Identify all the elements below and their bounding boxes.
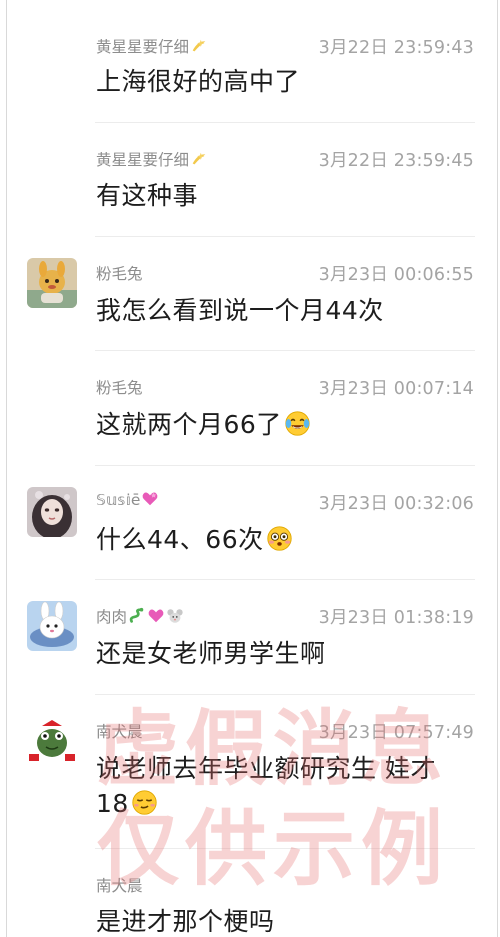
message-text-line1: 说老师去年毕业额研究生 娃才 <box>96 754 436 783</box>
sender-name: 南犬晨 <box>96 877 143 895</box>
message-divider <box>95 350 475 351</box>
message-time: 3月23日 01:38:19 <box>318 608 474 628</box>
sender-name: 粉毛兔 <box>96 379 143 397</box>
message-text: 上海很好的高中了 <box>96 67 301 96</box>
sparkle-icon <box>192 152 206 165</box>
message-text: 有这种事 <box>96 181 199 210</box>
message-time: 3月23日 00:07:14 <box>318 379 474 399</box>
avatar[interactable] <box>27 716 77 766</box>
message-text: 是进才那个梗吗 <box>96 907 275 936</box>
portrait-avatar <box>27 487 77 537</box>
flushed-face-emoji <box>266 526 292 551</box>
sparkle-icon <box>192 39 206 52</box>
smirk-face-emoji <box>132 790 157 815</box>
message-text: 这就两个月66了 <box>96 410 282 439</box>
pink-heart-icon <box>142 492 158 506</box>
message-time: 3月23日 00:06:55 <box>318 265 474 285</box>
message-text: 我怎么看到说一个月44次 <box>96 296 384 325</box>
message-divider <box>95 236 475 237</box>
message-divider <box>95 694 475 695</box>
laughing-tears-emoji <box>285 411 310 436</box>
sender-name: 黄星星要仔细 <box>96 38 190 56</box>
message-text: 还是女老师男学生啊 <box>96 639 326 668</box>
sender-name: 粉毛兔 <box>96 265 143 283</box>
message-time: 3月23日 00:32:06 <box>318 494 474 514</box>
sender-name: 南犬晨 <box>96 723 143 741</box>
message-divider <box>95 579 475 580</box>
sender-name: 黄星星要仔细 <box>96 151 190 169</box>
sender-name: 𝕊𝕦𝕤𝕚ē <box>96 491 141 509</box>
message-time: 3月22日 23:59:43 <box>318 38 474 58</box>
cartoon-rabbit-avatar <box>27 601 77 651</box>
chat-window: 黄星星要仔细 3月22日 23:59:43 上海很好的高中了 黄星星要仔细 3月… <box>6 0 498 937</box>
message-divider <box>95 848 475 849</box>
message-time: 3月22日 23:59:45 <box>318 151 474 171</box>
cartoon-animal-avatar <box>27 258 77 308</box>
avatar[interactable] <box>27 601 77 651</box>
message-time: 3月23日 07:57:49 <box>318 723 474 743</box>
message-text: 什么44、66次 <box>96 525 264 554</box>
avatar[interactable] <box>27 487 77 537</box>
snake-icon <box>129 607 144 623</box>
message-text-line2: 18 <box>96 789 129 818</box>
message-divider <box>95 122 475 123</box>
avatar[interactable] <box>27 258 77 308</box>
sender-name: 肉肉 <box>96 608 128 626</box>
green-frog-avatar <box>27 716 77 766</box>
pink-heart-icon <box>148 609 164 623</box>
message-divider <box>95 465 475 466</box>
mouse-icon <box>167 609 183 623</box>
